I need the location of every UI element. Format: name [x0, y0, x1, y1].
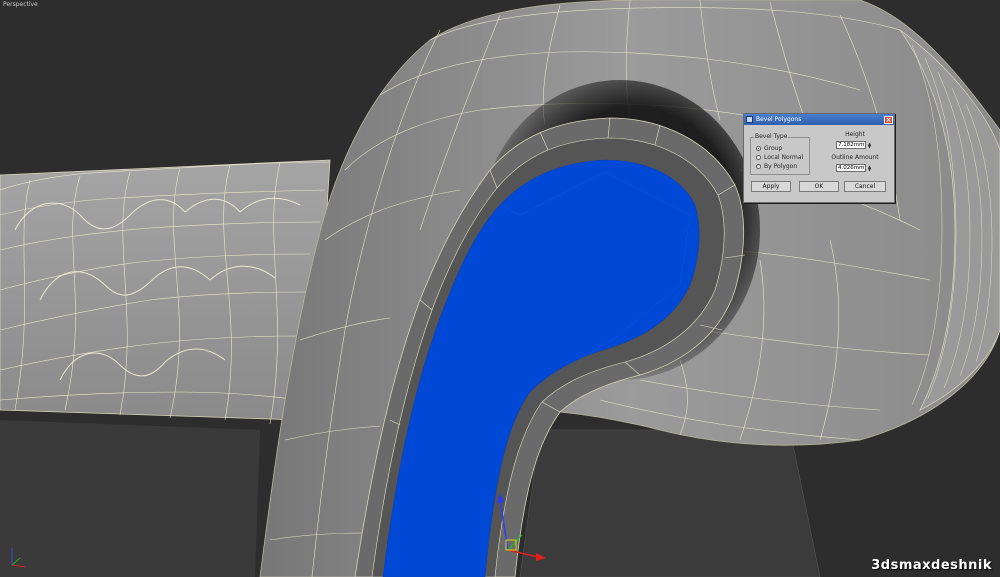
max-app-icon [746, 116, 753, 123]
sofa-base [0, 420, 260, 577]
outline-spin-arrows-icon[interactable]: ▲ ▼ [866, 164, 873, 172]
arm-front-panel [519, 429, 821, 577]
outline-amount-spinner[interactable]: 4.026mm ▲ ▼ [836, 164, 874, 172]
outline-amount-label: Outline Amount [831, 154, 879, 161]
radio-group-label: Group [764, 145, 783, 152]
viewport-label[interactable]: Perspective [3, 1, 38, 8]
dialog-titlebar[interactable]: Bevel Polygons × [744, 114, 894, 125]
ok-button[interactable]: OK [799, 181, 839, 192]
height-label: Height [845, 131, 865, 138]
tufted-cushion [0, 159, 331, 425]
cancel-button[interactable]: Cancel [844, 181, 886, 192]
height-spin-arrows-icon[interactable]: ▲ ▼ [866, 141, 873, 149]
bevel-type-label: Bevel Type [754, 133, 789, 140]
radio-by-polygon-label: By Polygon [764, 163, 798, 170]
outline-amount-input[interactable]: 4.026mm [836, 164, 866, 172]
bevel-polygons-dialog: Bevel Polygons × Bevel Type Group Local … [743, 113, 895, 203]
radio-by-polygon-icon[interactable] [756, 164, 761, 169]
perspective-viewport[interactable]: Perspective 3dsmaxdeshnik Bevel Polygons… [0, 0, 1000, 577]
radio-group-icon[interactable] [756, 146, 761, 151]
radio-local-normal[interactable]: Local Normal [756, 154, 803, 161]
viewport-scene [0, 0, 1000, 577]
height-input[interactable]: 7.182mm [836, 141, 866, 149]
height-spinner[interactable]: 7.182mm ▲ ▼ [836, 141, 874, 149]
radio-local-normal-icon[interactable] [756, 155, 761, 160]
close-icon[interactable]: × [884, 115, 893, 124]
radio-by-polygon[interactable]: By Polygon [756, 163, 797, 170]
watermark-text: 3dsmaxdeshnik [871, 558, 992, 573]
apply-button[interactable]: Apply [751, 181, 791, 192]
radio-local-normal-label: Local Normal [764, 154, 804, 161]
dialog-title: Bevel Polygons [756, 116, 802, 123]
radio-group[interactable]: Group [756, 145, 782, 152]
